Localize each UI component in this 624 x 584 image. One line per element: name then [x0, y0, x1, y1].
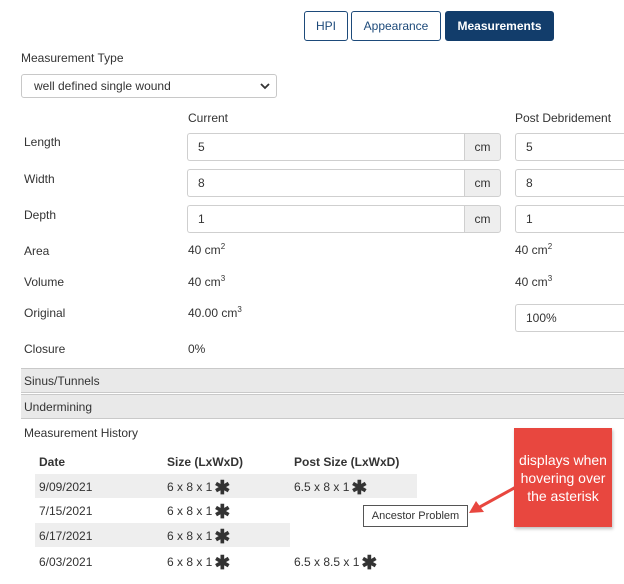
asterisk-icon[interactable]: ✱	[214, 527, 230, 548]
width-unit: cm	[464, 169, 501, 197]
area-label: Area	[24, 244, 50, 258]
table-row: 6/17/2021 6 x 8 x 1 ✱	[35, 523, 290, 547]
history-size: 6 x 8 x 1 ✱	[167, 478, 231, 499]
table-row: 7/15/2021 6 x 8 x 1 ✱	[35, 498, 290, 522]
history-date: 6/03/2021	[39, 555, 93, 569]
original-post-value: 100%	[526, 311, 557, 325]
current-column-header: Current	[188, 111, 229, 125]
annotation-callout: displays when hovering over the asterisk	[514, 428, 612, 527]
asterisk-icon[interactable]: ✱	[214, 502, 230, 523]
width-post-input[interactable]: 8	[515, 169, 624, 197]
original-current-value: 40.00 cm3	[188, 305, 242, 320]
history-post-size: 6.5 x 8 x 1 ✱	[294, 478, 368, 499]
original-label: Original	[24, 306, 66, 320]
volume-label: Volume	[24, 275, 65, 289]
asterisk-icon[interactable]: ✱	[214, 553, 230, 574]
length-post-input[interactable]: 5	[515, 133, 624, 161]
length-unit: cm	[464, 133, 501, 161]
depth-post-input[interactable]: 1	[515, 205, 624, 233]
tab-appearance[interactable]: Appearance	[351, 11, 441, 41]
callout-arrow-icon	[469, 485, 517, 513]
depth-label: Depth	[24, 208, 57, 222]
ancestor-problem-tooltip: Ancestor Problem	[363, 505, 468, 527]
depth-unit: cm	[464, 205, 501, 233]
history-size: 6 x 8 x 1 ✱	[167, 527, 231, 548]
length-current-input[interactable]: 5	[187, 133, 465, 161]
sinus-tunnels-section[interactable]: Sinus/Tunnels	[21, 368, 624, 393]
table-row: 9/09/2021 6 x 8 x 1 ✱ 6.5 x 8 x 1 ✱	[35, 474, 417, 498]
history-header-size: Size (LxWxD)	[167, 455, 244, 469]
depth-current-value: 1	[198, 212, 205, 226]
volume-current-value: 40 cm3	[188, 274, 226, 289]
depth-current-input[interactable]: 1	[187, 205, 465, 233]
history-size: 6 x 8 x 1 ✱	[167, 553, 231, 574]
asterisk-icon[interactable]: ✱	[351, 478, 367, 499]
measurement-history-title: Measurement History	[24, 426, 139, 440]
undermining-label: Undermining	[24, 399, 93, 414]
measurement-type-value: well defined single wound	[34, 79, 171, 93]
history-header-date: Date	[39, 455, 66, 469]
area-post-value: 40 cm2	[515, 242, 553, 257]
undermining-section[interactable]: Undermining	[21, 394, 624, 419]
length-label: Length	[24, 135, 61, 149]
post-debridement-column-header: Post Debridement	[515, 111, 612, 125]
chevron-down-icon	[260, 83, 270, 90]
history-header-post-size: Post Size (LxWxD)	[294, 455, 400, 469]
closure-current-value: 0%	[188, 342, 206, 356]
original-post-input[interactable]: 100%	[515, 304, 624, 332]
width-label: Width	[24, 172, 55, 186]
width-post-value: 8	[526, 176, 533, 190]
length-post-value: 5	[526, 140, 533, 154]
asterisk-icon[interactable]: ✱	[214, 478, 230, 499]
width-current-value: 8	[198, 176, 205, 190]
area-current-value: 40 cm2	[188, 242, 226, 257]
sinus-tunnels-label: Sinus/Tunnels	[24, 373, 100, 388]
closure-label: Closure	[24, 342, 66, 356]
depth-post-value: 1	[526, 212, 533, 226]
tab-measurements[interactable]: Measurements	[445, 11, 554, 41]
history-date: 6/17/2021	[39, 529, 93, 543]
history-date: 7/15/2021	[39, 504, 93, 518]
measurement-type-label: Measurement Type	[21, 51, 124, 65]
width-current-input[interactable]: 8	[187, 169, 465, 197]
asterisk-icon[interactable]: ✱	[361, 553, 377, 574]
table-row: 6/03/2021 6 x 8 x 1 ✱ 6.5 x 8.5 x 1 ✱	[35, 549, 417, 573]
history-post-size: 6.5 x 8.5 x 1 ✱	[294, 553, 378, 574]
tab-hpi[interactable]: HPI	[304, 11, 348, 41]
volume-post-value: 40 cm3	[515, 274, 553, 289]
history-date: 9/09/2021	[39, 480, 93, 494]
history-size: 6 x 8 x 1 ✱	[167, 502, 231, 523]
measurement-type-select[interactable]: well defined single wound	[21, 74, 277, 98]
length-current-value: 5	[198, 140, 205, 154]
